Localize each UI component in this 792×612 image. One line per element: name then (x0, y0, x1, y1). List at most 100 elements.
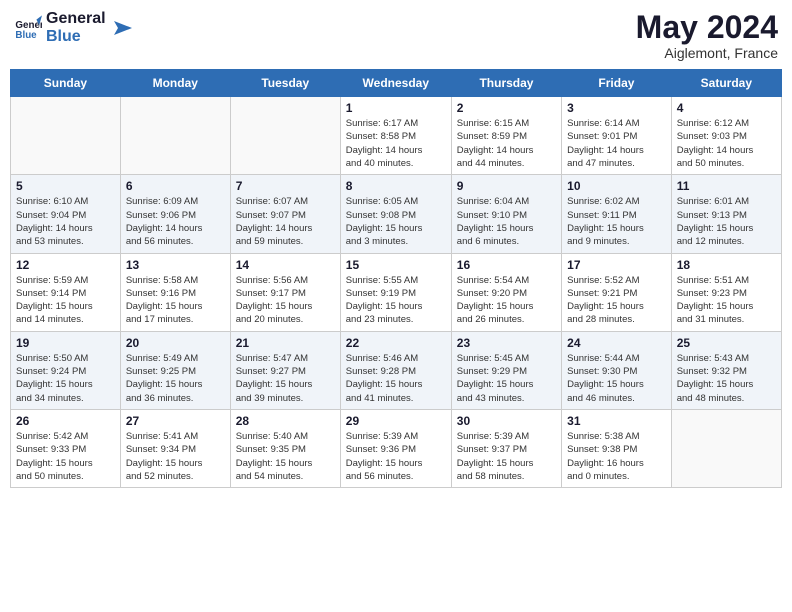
day-number: 19 (16, 336, 115, 350)
day-number: 14 (236, 258, 335, 272)
day-info: Sunrise: 5:38 AMSunset: 9:38 PMDaylight:… (567, 430, 666, 483)
day-info: Sunrise: 5:49 AMSunset: 9:25 PMDaylight:… (126, 352, 225, 405)
calendar-cell (230, 97, 340, 175)
day-number: 9 (457, 179, 556, 193)
calendar-cell: 9 Sunrise: 6:04 AMSunset: 9:10 PMDaylight… (451, 175, 561, 253)
day-info: Sunrise: 5:44 AMSunset: 9:30 PMDaylight:… (567, 352, 666, 405)
calendar-cell: 19 Sunrise: 5:50 AMSunset: 9:24 PMDayligh… (11, 331, 121, 409)
logo-text-general: General (46, 10, 106, 28)
day-info: Sunrise: 5:51 AMSunset: 9:23 PMDaylight:… (677, 274, 776, 327)
day-number: 26 (16, 414, 115, 428)
day-number: 5 (16, 179, 115, 193)
day-info: Sunrise: 6:12 AMSunset: 9:03 PMDaylight:… (677, 117, 776, 170)
calendar-cell: 14 Sunrise: 5:56 AMSunset: 9:17 PMDayligh… (230, 253, 340, 331)
calendar-cell: 10 Sunrise: 6:02 AMSunset: 9:11 PMDayligh… (562, 175, 672, 253)
weekday-header-sunday: Sunday (11, 70, 121, 97)
day-info: Sunrise: 5:39 AMSunset: 9:36 PMDaylight:… (346, 430, 446, 483)
day-info: Sunrise: 5:47 AMSunset: 9:27 PMDaylight:… (236, 352, 335, 405)
weekday-header-saturday: Saturday (671, 70, 781, 97)
calendar-cell: 12 Sunrise: 5:59 AMSunset: 9:14 PMDayligh… (11, 253, 121, 331)
day-info: Sunrise: 6:05 AMSunset: 9:08 PMDaylight:… (346, 195, 446, 248)
calendar-cell: 28Sunrise: 5:40 AMSunset: 9:35 PMDayligh… (230, 409, 340, 487)
calendar-cell (671, 409, 781, 487)
location: Aiglemont, France (636, 45, 778, 61)
calendar-cell: 8Sunrise: 6:05 AMSunset: 9:08 PMDaylight… (340, 175, 451, 253)
calendar-week-4: 19 Sunrise: 5:50 AMSunset: 9:24 PMDayligh… (11, 331, 782, 409)
day-number: 4 (677, 101, 776, 115)
day-number: 3 (567, 101, 666, 115)
day-number: 11 (677, 179, 776, 193)
day-number: 25 (677, 336, 776, 350)
day-info: Sunrise: 6:09 AMSunset: 9:06 PMDaylight:… (126, 195, 225, 248)
day-info: Sunrise: 5:41 AMSunset: 9:34 PMDaylight:… (126, 430, 225, 483)
day-info: Sunrise: 5:55 AMSunset: 9:19 PMDaylight:… (346, 274, 446, 327)
day-number: 17 (567, 258, 666, 272)
calendar-cell: 11Sunrise: 6:01 AMSunset: 9:13 PMDayligh… (671, 175, 781, 253)
day-info: Sunrise: 5:54 AMSunset: 9:20 PMDaylight:… (457, 274, 556, 327)
day-info: Sunrise: 5:42 AMSunset: 9:33 PMDaylight:… (16, 430, 115, 483)
day-info: Sunrise: 6:15 AMSunset: 8:59 PMDaylight:… (457, 117, 556, 170)
day-number: 27 (126, 414, 225, 428)
logo-icon: General Blue (14, 14, 42, 42)
day-number: 20 (126, 336, 225, 350)
svg-text:Blue: Blue (15, 29, 37, 40)
day-number: 2 (457, 101, 556, 115)
day-number: 29 (346, 414, 446, 428)
calendar-cell: 5 Sunrise: 6:10 AMSunset: 9:04 PMDaylight… (11, 175, 121, 253)
calendar-cell: 21 Sunrise: 5:47 AMSunset: 9:27 PMDayligh… (230, 331, 340, 409)
day-number: 10 (567, 179, 666, 193)
weekday-header-row: SundayMondayTuesdayWednesdayThursdayFrid… (11, 70, 782, 97)
calendar-cell: 3Sunrise: 6:14 AMSunset: 9:01 PMDaylight… (562, 97, 672, 175)
day-number: 13 (126, 258, 225, 272)
calendar-cell: 25Sunrise: 5:43 AMSunset: 9:32 PMDayligh… (671, 331, 781, 409)
title-block: May 2024 Aiglemont, France (636, 10, 778, 61)
day-info: Sunrise: 5:58 AMSunset: 9:16 PMDaylight:… (126, 274, 225, 327)
calendar-week-1: 1 Sunrise: 6:17 AMSunset: 8:58 PMDaylight… (11, 97, 782, 175)
day-number: 7 (236, 179, 335, 193)
calendar-cell: 7 Sunrise: 6:07 AMSunset: 9:07 PMDaylight… (230, 175, 340, 253)
day-number: 21 (236, 336, 335, 350)
day-number: 1 (346, 101, 446, 115)
calendar-week-2: 5 Sunrise: 6:10 AMSunset: 9:04 PMDaylight… (11, 175, 782, 253)
calendar-cell: 15 Sunrise: 5:55 AMSunset: 9:19 PMDayligh… (340, 253, 451, 331)
day-info: Sunrise: 5:50 AMSunset: 9:24 PMDaylight:… (16, 352, 115, 405)
page-header: General Blue General Blue May 2024 Aigle… (10, 10, 782, 61)
day-number: 12 (16, 258, 115, 272)
day-number: 31 (567, 414, 666, 428)
day-number: 6 (126, 179, 225, 193)
day-info: Sunrise: 6:07 AMSunset: 9:07 PMDaylight:… (236, 195, 335, 248)
calendar-cell: 26 Sunrise: 5:42 AMSunset: 9:33 PMDayligh… (11, 409, 121, 487)
calendar-table: SundayMondayTuesdayWednesdayThursdayFrid… (10, 69, 782, 488)
day-info: Sunrise: 6:02 AMSunset: 9:11 PMDaylight:… (567, 195, 666, 248)
calendar-cell: 18 Sunrise: 5:51 AMSunset: 9:23 PMDayligh… (671, 253, 781, 331)
calendar-cell: 20 Sunrise: 5:49 AMSunset: 9:25 PMDayligh… (120, 331, 230, 409)
day-number: 30 (457, 414, 556, 428)
calendar-cell: 31 Sunrise: 5:38 AMSunset: 9:38 PMDayligh… (562, 409, 672, 487)
day-number: 22 (346, 336, 446, 350)
day-info: Sunrise: 5:52 AMSunset: 9:21 PMDaylight:… (567, 274, 666, 327)
calendar-cell: 22Sunrise: 5:46 AMSunset: 9:28 PMDayligh… (340, 331, 451, 409)
logo-text-blue: Blue (46, 28, 106, 46)
calendar-cell: 17 Sunrise: 5:52 AMSunset: 9:21 PMDayligh… (562, 253, 672, 331)
day-number: 15 (346, 258, 446, 272)
weekday-header-tuesday: Tuesday (230, 70, 340, 97)
day-info: Sunrise: 6:17 AMSunset: 8:58 PMDaylight:… (346, 117, 446, 170)
day-number: 16 (457, 258, 556, 272)
day-info: Sunrise: 5:45 AMSunset: 9:29 PMDaylight:… (457, 352, 556, 405)
day-number: 18 (677, 258, 776, 272)
day-info: Sunrise: 6:04 AMSunset: 9:10 PMDaylight:… (457, 195, 556, 248)
day-info: Sunrise: 5:59 AMSunset: 9:14 PMDaylight:… (16, 274, 115, 327)
day-number: 23 (457, 336, 556, 350)
day-info: Sunrise: 6:10 AMSunset: 9:04 PMDaylight:… (16, 195, 115, 248)
calendar-cell: 13 Sunrise: 5:58 AMSunset: 9:16 PMDayligh… (120, 253, 230, 331)
calendar-week-3: 12 Sunrise: 5:59 AMSunset: 9:14 PMDayligh… (11, 253, 782, 331)
logo: General Blue General Blue (14, 10, 132, 45)
weekday-header-thursday: Thursday (451, 70, 561, 97)
calendar-cell (120, 97, 230, 175)
calendar-cell: 1 Sunrise: 6:17 AMSunset: 8:58 PMDaylight… (340, 97, 451, 175)
calendar-cell: 2 Sunrise: 6:15 AMSunset: 8:59 PMDaylight… (451, 97, 561, 175)
calendar-cell: 24Sunrise: 5:44 AMSunset: 9:30 PMDayligh… (562, 331, 672, 409)
day-info: Sunrise: 5:56 AMSunset: 9:17 PMDaylight:… (236, 274, 335, 327)
weekday-header-friday: Friday (562, 70, 672, 97)
calendar-cell: 23 Sunrise: 5:45 AMSunset: 9:29 PMDayligh… (451, 331, 561, 409)
